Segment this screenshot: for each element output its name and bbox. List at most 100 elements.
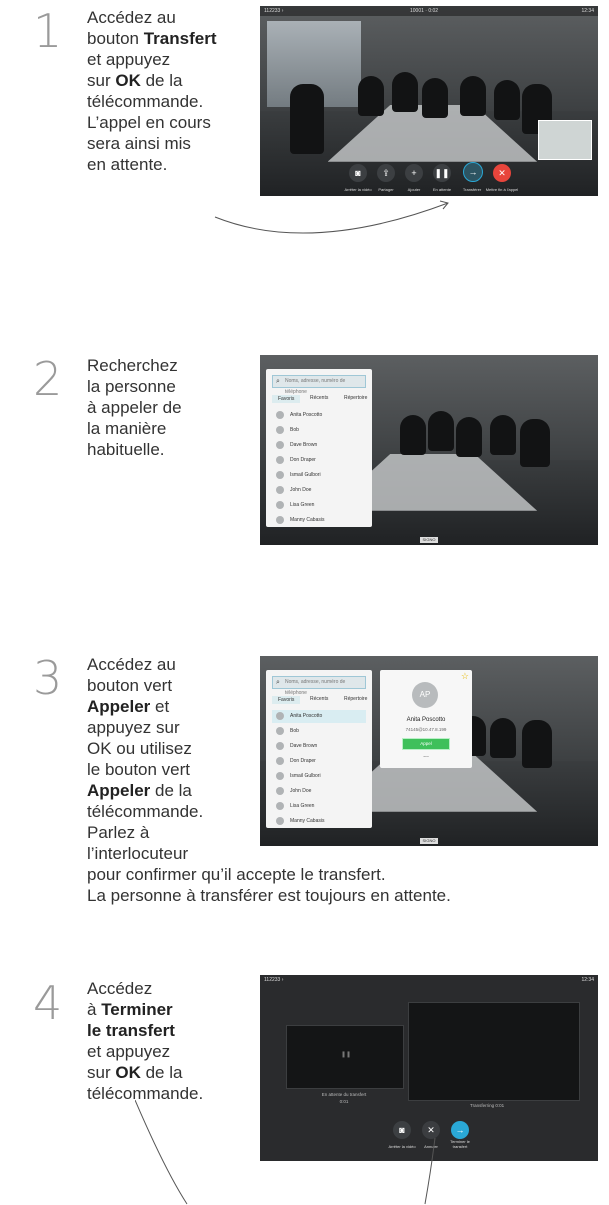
contact-name: Anita Poscotto <box>290 713 323 719</box>
search-icon: ⌕ <box>276 378 280 385</box>
contact-address: 74145@10.47.8.199 <box>405 727 447 732</box>
contact-list-item[interactable]: Anita Poscotto <box>272 409 366 422</box>
search-input[interactable]: ⌕ Noms, adresse, numéro de téléphone <box>272 375 366 395</box>
instruction-line: Recherchez <box>87 356 178 375</box>
instruction-line: pour confirmer qu’il accepte le transfer… <box>87 865 386 884</box>
instruction-line: et appuyez <box>87 1042 171 1061</box>
step-instructions: Accédez au bouton Transfert et appuyez sur … <box>87 7 247 175</box>
instruction-line: sur OK de la <box>87 1063 183 1082</box>
share-button[interactable]: ⇪ <box>377 164 395 182</box>
instruction-line: Accédez au <box>87 8 176 27</box>
avatar <box>276 516 284 524</box>
call-id: 112233 › <box>264 8 284 14</box>
control-label: En attente <box>432 187 452 192</box>
pause-icon: ❚❚ <box>434 168 450 178</box>
contact-list-item[interactable]: John Doe <box>272 484 366 497</box>
contact-list-item[interactable]: Anita Poscotto <box>272 710 366 723</box>
instruction-line: le transfert <box>87 1021 175 1040</box>
tab-recents[interactable]: Récents <box>310 395 328 401</box>
contact-name: Dave Brown <box>290 442 318 448</box>
instruction-line: le bouton vert <box>87 760 191 779</box>
instruction-line: sera ainsi mis <box>87 134 191 153</box>
contact-name: Anita Poscotto <box>290 412 323 418</box>
self-view <box>538 120 592 160</box>
contact-name: Lisa Green <box>290 803 315 809</box>
contact-list-item[interactable]: Lisa Green <box>272 499 366 512</box>
step-number: 1 <box>33 4 63 58</box>
instruction-line: Appeler de la <box>87 781 192 800</box>
arrow-right-icon: → <box>468 167 478 177</box>
contact-list-item[interactable]: Ismail Gulbori <box>272 469 366 482</box>
share-icon: ⇪ <box>382 168 390 178</box>
avatar: AP <box>412 682 438 708</box>
instruction-line: et appuyez <box>87 50 171 69</box>
tab-favorites[interactable]: Favoris <box>272 395 301 403</box>
contact-name: Don Draper <box>290 457 316 463</box>
avatar <box>276 787 284 795</box>
contact-card: ☆ AP Anita Poscotto 74145@10.47.8.199 Ap… <box>380 670 472 768</box>
step-instructions: Recherchez la personne à appeler de la mani… <box>87 355 247 460</box>
control-label: Transférer <box>462 187 482 192</box>
arrow-right-icon: → <box>455 1125 465 1135</box>
transfer-button[interactable]: → <box>463 162 483 182</box>
instruction-line: appuyez sur <box>87 718 180 737</box>
instruction-line: OK ou utilisez <box>87 739 192 758</box>
instruction-line: L’appel en cours <box>87 113 211 132</box>
pointer-arrow <box>214 200 449 234</box>
contact-name: John Doe <box>290 788 312 794</box>
more-button[interactable]: ... <box>380 752 472 759</box>
avatar <box>276 817 284 825</box>
contact-name: Manny Cabasis <box>290 818 325 824</box>
step-instructions: Accédez à Terminer le transfert et appuyez s… <box>87 978 247 1104</box>
tab-directory[interactable]: Répertoire <box>344 696 367 702</box>
bottom-tag: SIGNO <box>420 838 438 844</box>
instruction-line: bouton Transfert <box>87 29 217 48</box>
avatar <box>276 742 284 750</box>
search-input[interactable]: ⌕ Noms, adresse, numéro de téléphone <box>272 676 366 696</box>
contact-list-item[interactable]: Bob <box>272 424 366 437</box>
instruction-line: télécommande. <box>87 92 204 111</box>
contact-directory-panel: ⌕ Noms, adresse, numéro de téléphone Favo… <box>266 670 372 828</box>
avatar <box>276 411 284 419</box>
hold-button[interactable]: ❚❚ <box>433 164 451 182</box>
contact-name: Ismail Gulbori <box>290 472 321 478</box>
contact-list-item[interactable]: Ismail Gulbori <box>272 770 366 783</box>
instruction-line: l’interlocuteur <box>87 844 189 863</box>
contact-list-item[interactable]: John Doe <box>272 785 366 798</box>
avatar <box>276 727 284 735</box>
tab-directory[interactable]: Répertoire <box>344 395 367 401</box>
end-call-button[interactable]: ✕ <box>493 164 511 182</box>
contact-list-item[interactable]: Don Draper <box>272 454 366 467</box>
instruction-line: Appeler et <box>87 697 170 716</box>
tab-recents[interactable]: Récents <box>310 696 328 702</box>
status-bar: 112233 › 12:34 <box>260 975 598 985</box>
instruction-line: la manière <box>87 419 167 438</box>
bottom-tag: SIGNO <box>420 537 438 543</box>
close-icon: ✕ <box>498 168 506 178</box>
call-button[interactable]: Appel <box>402 738 450 750</box>
instruction-line: Accédez <box>87 979 153 998</box>
contact-name: John Doe <box>290 487 312 493</box>
pause-icon: ❚❚ <box>341 1052 352 1058</box>
contact-name: Manny Cabasis <box>290 517 325 523</box>
instruction-line: à appeler de <box>87 398 182 417</box>
contact-list-item[interactable]: Don Draper <box>272 755 366 768</box>
contact-name: Don Draper <box>290 758 316 764</box>
contact-list-item[interactable]: Dave Brown <box>272 439 366 452</box>
pointer-arrow <box>135 1100 436 1205</box>
avatar <box>276 757 284 765</box>
tab-favorites[interactable]: Favoris <box>272 696 301 704</box>
stop-video-button[interactable]: ◙ <box>349 164 367 182</box>
star-icon[interactable]: ☆ <box>461 671 469 682</box>
instruction-line: à Terminer <box>87 1000 173 1019</box>
contact-list-item[interactable]: Bob <box>272 725 366 738</box>
contact-list-item[interactable]: Manny Cabasis <box>272 514 366 527</box>
status-bar: 112233 › 10001 · 0:02 12:34 <box>260 6 598 16</box>
avatar <box>276 456 284 464</box>
contact-list-item[interactable]: Manny Cabasis <box>272 815 366 828</box>
instruction-line: La personne à transférer est toujours en… <box>87 886 451 905</box>
add-button[interactable]: + <box>405 164 423 182</box>
contact-list-item[interactable]: Dave Brown <box>272 740 366 753</box>
search-icon: ⌕ <box>276 679 280 686</box>
contact-list-item[interactable]: Lisa Green <box>272 800 366 813</box>
